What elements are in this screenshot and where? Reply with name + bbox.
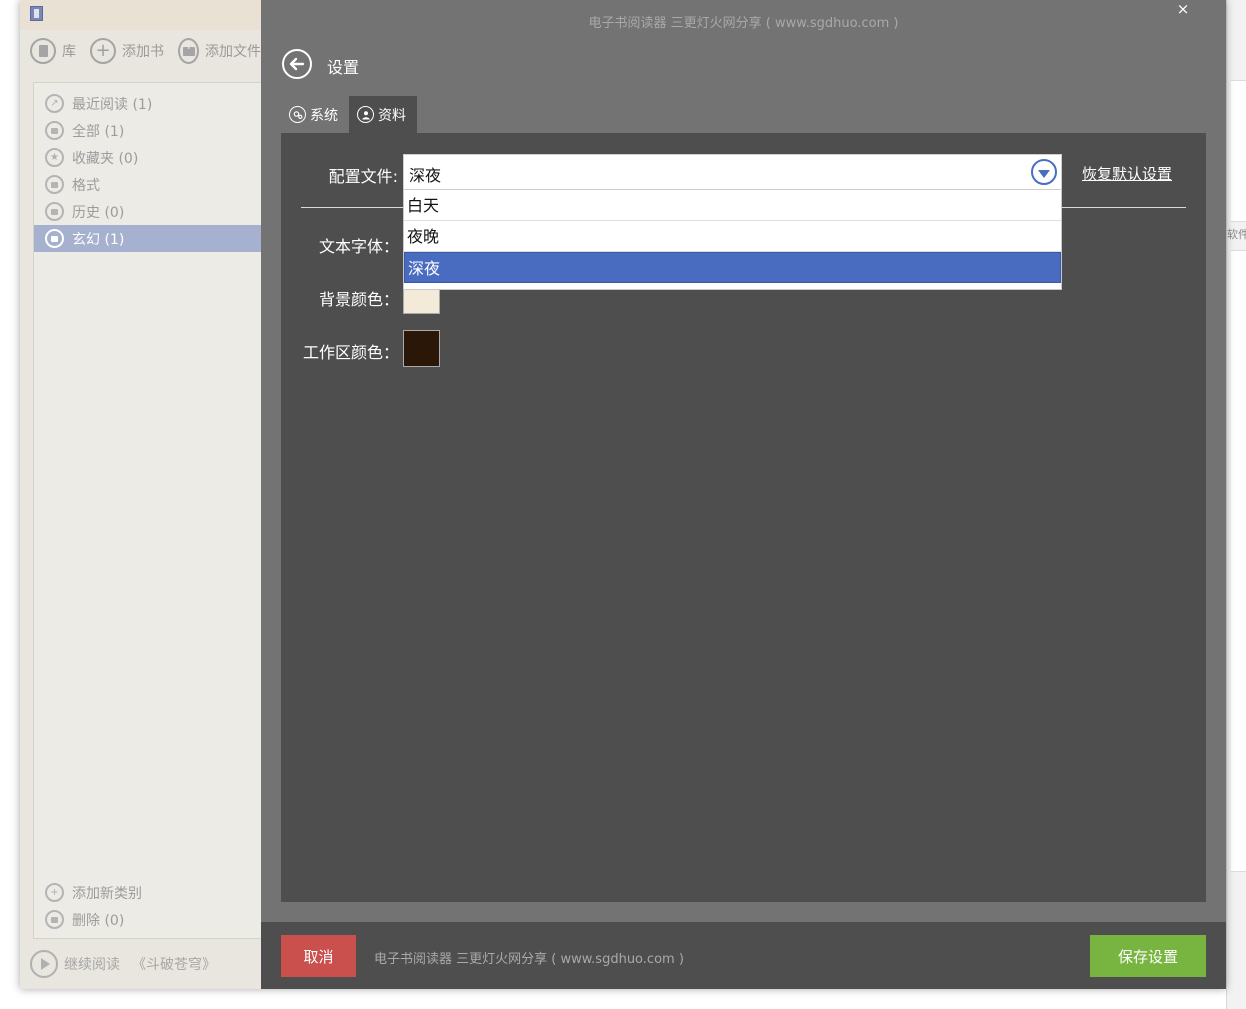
page-title: 设置: [327, 58, 360, 77]
add-file-label: 添加文件: [205, 44, 261, 60]
cancel-button[interactable]: 取消: [281, 935, 356, 977]
sidebar-item-label: 最近阅读 (1): [72, 96, 153, 113]
delete-label: 删除 (0): [72, 912, 125, 929]
library-button[interactable]: 库: [30, 36, 76, 66]
plus-icon: +: [45, 883, 64, 902]
footer-bar: 取消 电子书阅读器 三更灯火网分享 ( www.sgdhuo.com ) 保存设…: [261, 922, 1226, 989]
background-text: 软件: [1227, 228, 1246, 241]
tab-profile[interactable]: 资料: [349, 96, 417, 133]
profile-settings-panel: 配置文件: 文本字体： 背景颜色： 工作区颜色： 深夜 白天 夜晚 深夜 恢复默…: [281, 133, 1206, 902]
gears-icon: [289, 106, 306, 123]
window-title: 电子书阅读器 三更灯火网分享 ( www.sgdhuo.com ): [588, 16, 899, 31]
sidebar-item-formats[interactable]: 格式: [34, 171, 262, 198]
sidebar-top-strip: [20, 0, 261, 30]
close-button[interactable]: ×: [1175, 0, 1191, 18]
save-settings-button[interactable]: 保存设置: [1090, 935, 1206, 977]
workspace-color-label: 工作区颜色：: [302, 343, 399, 362]
background-window-edge: 软件: [1226, 0, 1246, 1009]
ebook-reader-window: 库 + 添加书 添加文件 ↗ 最近阅读 (1) 全部 (1) ★ 收藏夹 (0): [20, 0, 1226, 989]
sidebar-item-label: 全部 (1): [72, 123, 125, 140]
share-icon: ↗: [45, 94, 64, 113]
chevron-down-icon[interactable]: [1031, 159, 1057, 185]
tab-label: 系统: [310, 107, 338, 124]
library-icon: [30, 38, 56, 64]
profile-select-value: 深夜: [409, 166, 442, 185]
background-panel: [1231, 250, 1246, 872]
sidebar-item-label: 玄幻 (1): [72, 231, 125, 248]
category-list: ↗ 最近阅读 (1) 全部 (1) ★ 收藏夹 (0) 格式 历史 (0) 玄幻…: [33, 82, 262, 939]
profile-dropdown: 白天 夜晚 深夜: [403, 190, 1062, 290]
play-icon: [30, 950, 58, 978]
add-folder-icon: [178, 38, 199, 64]
plus-icon: +: [90, 38, 116, 64]
profile-option-night[interactable]: 夜晚: [404, 221, 1061, 252]
sidebar-item-favorites[interactable]: ★ 收藏夹 (0): [34, 144, 262, 171]
back-button[interactable]: [282, 49, 312, 79]
sidebar-item-label: 收藏夹 (0): [72, 150, 139, 167]
arrow-left-icon: [289, 57, 305, 71]
book-icon: [45, 121, 64, 140]
profile-option-day[interactable]: 白天: [404, 190, 1061, 221]
tab-label: 资料: [378, 107, 406, 124]
add-category-label: 添加新类别: [72, 885, 142, 902]
star-icon: ★: [45, 148, 64, 167]
sidebar-item-fantasy[interactable]: 玄幻 (1): [34, 225, 262, 252]
restore-defaults-link[interactable]: 恢复默认设置: [1082, 163, 1172, 184]
folder-icon: [45, 229, 64, 248]
library-label: 库: [62, 44, 76, 60]
background-panel: [1231, 80, 1246, 222]
background-color-label: 背景颜色：: [318, 290, 399, 309]
sidebar-item-history[interactable]: 历史 (0): [34, 198, 262, 225]
file-icon: [45, 175, 64, 194]
continue-reading-button[interactable]: 继续阅读 《斗破苍穹》: [30, 948, 216, 980]
sidebar-item-label: 格式: [72, 177, 100, 194]
user-icon: [357, 106, 374, 123]
sidebar-item-all[interactable]: 全部 (1): [34, 117, 262, 144]
add-file-button[interactable]: 添加文件: [178, 36, 261, 66]
workspace-color-swatch[interactable]: [403, 330, 440, 367]
folder-icon: [45, 202, 64, 221]
app-logo-icon: [30, 6, 43, 21]
profile-select[interactable]: 深夜: [403, 154, 1062, 190]
add-book-label: 添加书: [122, 44, 164, 60]
settings-pane: 电子书阅读器 三更灯火网分享 ( www.sgdhuo.com ) × 设置 系…: [261, 0, 1226, 989]
sidebar-item-label: 历史 (0): [72, 204, 125, 221]
sidebar-item-recent[interactable]: ↗ 最近阅读 (1): [34, 90, 262, 117]
trash-icon: [45, 910, 64, 929]
profile-label: 配置文件:: [328, 167, 398, 186]
continue-label: 继续阅读: [64, 957, 120, 973]
tab-system[interactable]: 系统: [281, 96, 349, 133]
font-label: 文本字体：: [318, 237, 399, 256]
delete-button[interactable]: 删除 (0): [34, 906, 262, 933]
footer-text: 电子书阅读器 三更灯火网分享 ( www.sgdhuo.com ): [374, 952, 684, 967]
add-category-button[interactable]: + 添加新类别: [34, 879, 262, 906]
add-book-button[interactable]: + 添加书: [90, 36, 164, 66]
sidebar: 库 + 添加书 添加文件 ↗ 最近阅读 (1) 全部 (1) ★ 收藏夹 (0): [20, 0, 262, 989]
profile-option-late-night[interactable]: 深夜: [404, 252, 1061, 283]
continue-book-title: 《斗破苍穹》: [132, 957, 216, 973]
